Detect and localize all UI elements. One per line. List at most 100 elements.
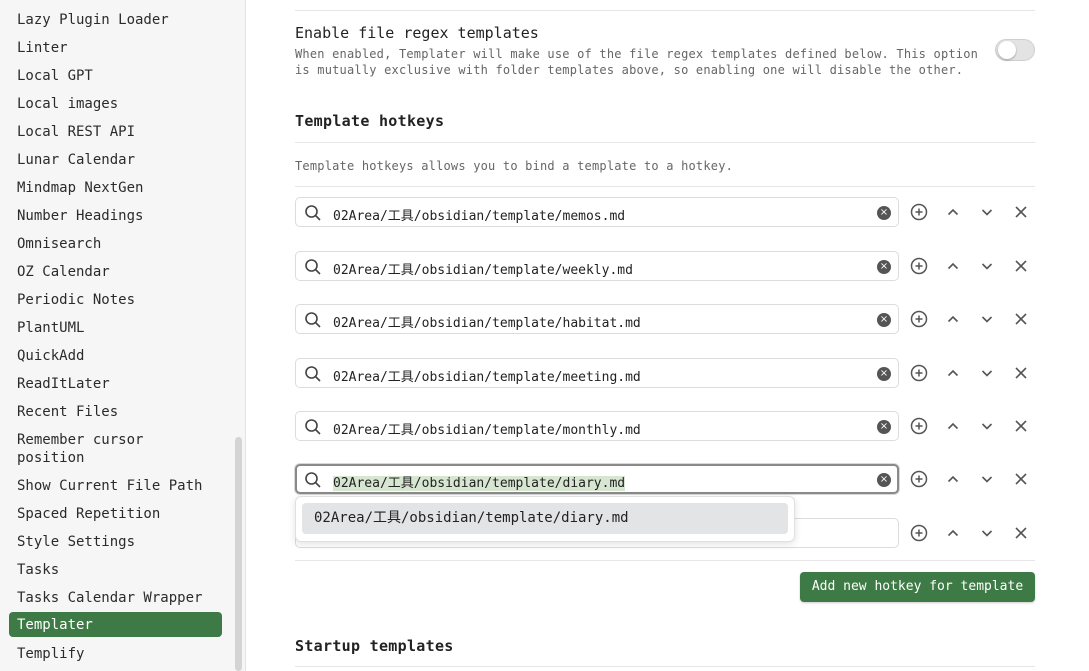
search-icon	[304, 311, 322, 329]
divider	[295, 666, 1035, 667]
sidebar-item-label: Local REST API	[17, 124, 136, 140]
close-icon[interactable]	[1011, 256, 1031, 276]
hotkey-row: 02Area/工具/obsidian/template/habitat.md ×	[295, 304, 1035, 334]
sidebar-item-label: Tasks Calendar Wrapper	[17, 590, 203, 606]
plugin-list: Lazy Plugin Loader Linter Local GPT Loca…	[9, 6, 222, 668]
sidebar-item-templater[interactable]: Templater	[9, 612, 222, 637]
template-search-input[interactable]: 02Area/工具/obsidian/template/meeting.md ×	[295, 358, 899, 388]
plus-circle-icon[interactable]	[909, 202, 929, 222]
sidebar-item-omnisearch[interactable]: Omnisearch	[9, 230, 222, 258]
sidebar-item-tasks-calendar-wrapper[interactable]: Tasks Calendar Wrapper	[9, 584, 222, 612]
template-search-input[interactable]: 02Area/工具/obsidian/template/weekly.md ×	[295, 251, 899, 281]
chevron-down-icon[interactable]	[977, 202, 997, 222]
chevron-down-icon[interactable]	[977, 416, 997, 436]
template-search-input[interactable]: 02Area/工具/obsidian/template/habitat.md ×	[295, 304, 899, 334]
sidebar-item-local-gpt[interactable]: Local GPT	[9, 62, 222, 90]
sidebar-item-show-current-file-path[interactable]: Show Current File Path	[9, 472, 222, 500]
template-hotkeys-heading: Template hotkeys	[295, 112, 445, 130]
chevron-down-icon[interactable]	[977, 309, 997, 329]
template-path-value: 02Area/工具/obsidian/template/meeting.md	[333, 370, 641, 385]
clear-icon[interactable]: ×	[877, 206, 891, 220]
plus-circle-icon[interactable]	[909, 416, 929, 436]
template-search-input[interactable]: 02Area/工具/obsidian/template/memos.md ×	[295, 197, 899, 227]
sidebar-item-label: Local GPT	[17, 68, 93, 84]
chevron-up-icon[interactable]	[943, 256, 963, 276]
plus-circle-icon[interactable]	[909, 309, 929, 329]
close-icon[interactable]	[1011, 363, 1031, 383]
clear-icon[interactable]: ×	[877, 420, 891, 434]
template-search-input[interactable]: 02Area/工具/obsidian/template/diary.md ×	[295, 464, 899, 494]
chevron-up-icon[interactable]	[943, 363, 963, 383]
sidebar-item-style-settings[interactable]: Style Settings	[9, 528, 222, 556]
hotkey-row: 02Area/工具/obsidian/template/diary.md ×	[295, 464, 1035, 494]
clear-icon[interactable]: ×	[877, 313, 891, 327]
sidebar-item-readitlater[interactable]: ReadItLater	[9, 370, 222, 398]
search-icon	[304, 418, 322, 436]
close-icon[interactable]	[1011, 416, 1031, 436]
plus-circle-icon[interactable]	[909, 363, 929, 383]
sidebar-item-plantuml[interactable]: PlantUML	[9, 314, 222, 342]
close-icon[interactable]	[1011, 309, 1031, 329]
sidebar-item-label: Mindmap NextGen	[17, 180, 144, 196]
sidebar-item-local-images[interactable]: Local images	[9, 90, 222, 118]
sidebar-item-quickadd[interactable]: QuickAdd	[9, 342, 222, 370]
plus-circle-icon[interactable]	[909, 469, 929, 489]
sidebar-item-label: Show Current File Path	[17, 478, 203, 494]
sidebar-item-periodic-notes[interactable]: Periodic Notes	[9, 286, 222, 314]
sidebar-item-label: PlantUML	[17, 320, 85, 336]
template-path-value: 02Area/工具/obsidian/template/weekly.md	[333, 263, 633, 278]
sidebar-item-oz-calendar[interactable]: OZ Calendar	[9, 258, 222, 286]
chevron-down-icon[interactable]	[977, 256, 997, 276]
sidebar-item-lunar-calendar[interactable]: Lunar Calendar	[9, 146, 222, 174]
sidebar-item-label: Number Headings	[17, 208, 144, 224]
hotkey-row: 02Area/工具/obsidian/template/monthly.md ×	[295, 411, 1035, 441]
sidebar-item-label: QuickAdd	[17, 348, 85, 364]
toggle-knob	[998, 41, 1016, 59]
sidebar-item-recent-files[interactable]: Recent Files	[9, 398, 222, 426]
search-icon	[304, 204, 322, 222]
regex-templates-toggle[interactable]	[995, 39, 1035, 61]
sidebar-item-number-headings[interactable]: Number Headings	[9, 202, 222, 230]
chevron-down-icon[interactable]	[977, 469, 997, 489]
chevron-up-icon[interactable]	[943, 202, 963, 222]
hotkey-row: 02Area/工具/obsidian/template/memos.md ×	[295, 197, 1035, 227]
chevron-up-icon[interactable]	[943, 469, 963, 489]
plus-circle-icon[interactable]	[909, 523, 929, 543]
add-hotkey-button[interactable]: Add new hotkey for template	[800, 572, 1035, 602]
sidebar-item-label: Templify	[17, 646, 85, 662]
sidebar-item-label: OZ Calendar	[17, 264, 110, 280]
sidebar-item-mindmap-nextgen[interactable]: Mindmap NextGen	[9, 174, 222, 202]
template-search-input[interactable]: 02Area/工具/obsidian/template/monthly.md ×	[295, 411, 899, 441]
sidebar-item-label: Linter	[17, 40, 68, 56]
chevron-up-icon[interactable]	[943, 416, 963, 436]
chevron-up-icon[interactable]	[943, 309, 963, 329]
sidebar-item-label: Periodic Notes	[17, 292, 136, 308]
regex-setting-description: When enabled, Templater will make use of…	[295, 47, 979, 77]
sidebar-item-label: Recent Files	[17, 404, 119, 420]
sidebar-item-spaced-repetition[interactable]: Spaced Repetition	[9, 500, 222, 528]
clear-icon[interactable]: ×	[877, 473, 891, 487]
clear-icon[interactable]: ×	[877, 367, 891, 381]
sidebar-item-templify[interactable]: Templify	[9, 640, 222, 668]
settings-sidebar: Lazy Plugin Loader Linter Local GPT Loca…	[0, 0, 246, 671]
sidebar-item-tasks[interactable]: Tasks	[9, 556, 222, 584]
search-icon	[304, 258, 322, 276]
search-icon	[304, 365, 322, 383]
sidebar-scrollbar[interactable]	[235, 437, 242, 671]
close-icon[interactable]	[1011, 523, 1031, 543]
plus-circle-icon[interactable]	[909, 256, 929, 276]
chevron-down-icon[interactable]	[977, 523, 997, 543]
sidebar-item-local-rest-api[interactable]: Local REST API	[9, 118, 222, 146]
sidebar-item-lazy-plugin-loader[interactable]: Lazy Plugin Loader	[9, 6, 222, 34]
close-icon[interactable]	[1011, 469, 1031, 489]
template-path-value: 02Area/工具/obsidian/template/diary.md	[333, 476, 626, 491]
sidebar-item-linter[interactable]: Linter	[9, 34, 222, 62]
close-icon[interactable]	[1011, 202, 1031, 222]
template-path-value: 02Area/工具/obsidian/template/monthly.md	[333, 423, 641, 438]
suggestion-item[interactable]: 02Area/工具/obsidian/template/diary.md	[302, 503, 788, 534]
chevron-down-icon[interactable]	[977, 363, 997, 383]
clear-icon[interactable]: ×	[877, 260, 891, 274]
startup-templates-heading: Startup templates	[295, 637, 454, 655]
sidebar-item-remember-cursor-position[interactable]: Remember cursor position	[9, 426, 169, 472]
chevron-up-icon[interactable]	[943, 523, 963, 543]
